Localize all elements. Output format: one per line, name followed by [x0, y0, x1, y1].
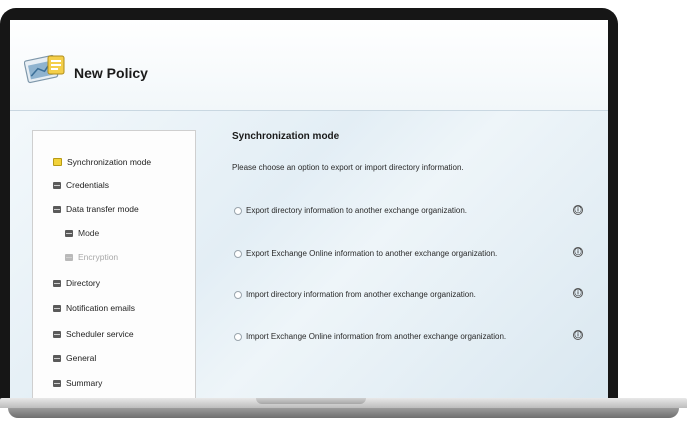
option-import-exchange-online[interactable]: Import Exchange Online information from … — [234, 332, 506, 341]
option-label: Import directory information from anothe… — [246, 290, 476, 299]
step-icon — [65, 253, 73, 261]
sidebar-item-notification-emails[interactable]: Notification emails — [53, 303, 135, 313]
option-export-exchange-online[interactable]: Export Exchange Online information to an… — [234, 249, 497, 258]
radio-button[interactable] — [234, 290, 242, 299]
step-icon — [53, 379, 61, 387]
active-step-icon — [53, 158, 62, 166]
app-window: New Policy Synchronization mode Credenti… — [10, 20, 608, 402]
sidebar-item-scheduler-service[interactable]: Scheduler service — [53, 329, 134, 339]
step-icon — [53, 181, 61, 189]
sidebar-item-label: Mode — [78, 228, 100, 238]
sidebar-item-label: Scheduler service — [66, 329, 134, 339]
sidebar-item-mode[interactable]: Mode — [65, 228, 99, 238]
laptop-base-bottom — [8, 408, 679, 418]
radio-button[interactable] — [234, 249, 242, 258]
sidebar-item-label: Synchronization mode — [67, 157, 152, 167]
sidebar-item-label: General — [66, 353, 97, 363]
wizard-steps-panel: Synchronization mode Credentials Data tr… — [32, 130, 196, 402]
sidebar-item-credentials[interactable]: Credentials — [53, 180, 109, 190]
laptop-bezel: New Policy Synchronization mode Credenti… — [0, 8, 618, 404]
page-title: New Policy — [74, 65, 148, 81]
laptop-hinge-notch — [256, 398, 366, 404]
sidebar-item-label: Encryption — [78, 252, 119, 262]
step-icon — [53, 205, 61, 213]
sidebar-item-directory[interactable]: Directory — [53, 278, 100, 288]
radio-button[interactable] — [234, 206, 242, 215]
section-heading: Synchronization mode — [232, 131, 340, 142]
option-import-directory[interactable]: Import directory information from anothe… — [234, 290, 476, 299]
option-label: Import Exchange Online information from … — [246, 332, 507, 341]
wizard-header: New Policy — [10, 20, 608, 111]
info-icon[interactable]: ⓘ — [573, 288, 583, 298]
step-icon — [53, 330, 61, 338]
laptop-base — [0, 398, 687, 428]
step-icon — [53, 304, 61, 312]
info-icon[interactable]: ⓘ — [573, 247, 583, 257]
sidebar-item-label: Directory — [66, 278, 101, 288]
sidebar-item-label: Credentials — [66, 180, 109, 190]
section-description: Please choose an option to export or imp… — [232, 163, 464, 172]
sidebar-item-label: Summary — [66, 378, 103, 388]
policy-wizard-icon — [24, 54, 65, 84]
sidebar-item-data-transfer-mode[interactable]: Data transfer mode — [53, 204, 139, 214]
option-label: Export Exchange Online information to an… — [246, 249, 498, 258]
radio-button[interactable] — [234, 332, 242, 341]
sidebar-item-synchronization-mode[interactable]: Synchronization mode — [53, 157, 151, 167]
sidebar-item-label: Data transfer mode — [66, 204, 139, 214]
sidebar-item-encryption: Encryption — [65, 252, 118, 262]
sidebar-item-label: Notification emails — [66, 303, 135, 313]
info-icon[interactable]: ⓘ — [573, 330, 583, 340]
info-icon[interactable]: ⓘ — [573, 205, 583, 215]
step-icon — [53, 354, 61, 362]
step-icon — [53, 279, 61, 287]
option-label: Export directory information to another … — [246, 206, 468, 215]
sidebar-item-general[interactable]: General — [53, 353, 96, 363]
sidebar-item-summary[interactable]: Summary — [53, 378, 102, 388]
option-export-directory[interactable]: Export directory information to another … — [234, 206, 467, 215]
step-icon — [65, 229, 73, 237]
